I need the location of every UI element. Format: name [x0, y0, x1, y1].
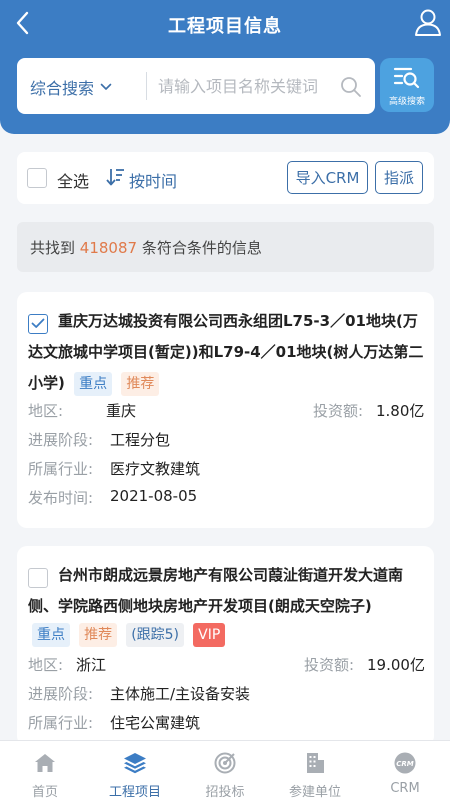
result-suffix: 条符合条件的信息	[141, 239, 262, 257]
nav-item-participants[interactable]: 参建单位	[270, 741, 360, 800]
advanced-search-label: 高级搜索	[388, 97, 425, 107]
tag-recommend: 推荐	[121, 371, 160, 396]
result-summary: 共找到 418087 条符合条件的信息	[17, 222, 434, 272]
region-label: 地区:	[28, 656, 64, 674]
building-icon	[307, 753, 324, 773]
stage-label: 进展阶段:	[28, 685, 94, 703]
project-card[interactable]: 重庆万达城投资有限公司西永组团L75-3／01地块(万达文旅城中学项目(暂定))…	[17, 292, 434, 528]
user-profile-icon[interactable]	[412, 6, 444, 38]
tag-follow-count: (跟踪5)	[126, 623, 185, 647]
region-label: 地区:	[28, 402, 64, 420]
nav-label: 招投标	[205, 785, 245, 800]
nav-item-home[interactable]: 首页	[0, 741, 90, 800]
nav-item-bidding[interactable]: 招投标	[180, 741, 270, 800]
tag-key: 重点	[74, 371, 113, 396]
sort-by-time-button[interactable]: 按时间	[129, 168, 177, 192]
nav-label: CRM	[390, 781, 420, 796]
bottom-nav: 首页 工程项目 招投标 参建单位 CRM CRM	[0, 740, 450, 800]
advanced-search-icon	[393, 67, 420, 89]
tag-vip: VIP	[193, 623, 226, 647]
search-icon[interactable]	[340, 76, 362, 98]
industry-value: 医疗文教建筑	[110, 460, 201, 478]
nav-label: 首页	[31, 785, 58, 800]
region-value: 重庆	[106, 402, 137, 420]
industry-label: 所属行业:	[28, 714, 94, 732]
project-title-block[interactable]: 重庆万达城投资有限公司西永组团L75-3／01地块(万达文旅城中学项目(暂定))…	[28, 306, 428, 399]
chevron-down-icon	[100, 83, 112, 90]
search-type-label: 综合搜索	[30, 79, 95, 98]
search-type-dropdown[interactable]: 综合搜索	[30, 75, 112, 99]
project-title[interactable]: 台州市朗成远景房地产有限公司葭沚街道开发大道南侧、学院路西侧地块房地产开发项目(…	[28, 566, 403, 615]
project-title-block[interactable]: 台州市朗成远景房地产有限公司葭沚街道开发大道南侧、学院路西侧地块房地产开发项目(…	[28, 560, 428, 622]
tag-recommend: 推荐	[79, 623, 118, 647]
nav-label: 参建单位	[288, 785, 341, 800]
stage-label: 进展阶段:	[28, 431, 94, 449]
result-prefix: 共找到	[30, 239, 76, 257]
result-count: 418087	[79, 239, 138, 257]
search-divider	[146, 72, 147, 100]
investment-value: 19.00亿	[367, 656, 425, 674]
import-crm-button[interactable]: 导入CRM	[287, 161, 368, 194]
nav-item-crm[interactable]: CRM CRM	[360, 741, 450, 800]
search-input[interactable]	[158, 72, 348, 100]
industry-value: 住宅公寓建筑	[110, 714, 201, 732]
tag-key: 重点	[32, 623, 70, 647]
project-card[interactable]: 台州市朗成远景房地产有限公司葭沚街道开发大道南侧、学院路西侧地块房地产开发项目(…	[17, 546, 434, 746]
select-all-label[interactable]: 全选	[57, 168, 89, 192]
assign-button[interactable]: 指派	[375, 161, 423, 194]
sort-icon[interactable]	[105, 167, 125, 187]
select-all-checkbox[interactable]	[27, 168, 47, 188]
svg-text:CRM: CRM	[396, 760, 414, 768]
investment-label: 投资额:	[313, 402, 364, 420]
investment-value: 1.80亿	[376, 402, 425, 420]
layers-icon	[124, 753, 146, 774]
nav-item-projects[interactable]: 工程项目	[90, 741, 180, 800]
region-value: 浙江	[76, 656, 107, 674]
advanced-search-button[interactable]: 高级搜索	[380, 58, 434, 112]
publish-date-label: 发布时间:	[28, 489, 94, 507]
industry-label: 所属行业:	[28, 460, 94, 478]
target-icon	[214, 752, 236, 774]
stage-value: 工程分包	[110, 431, 171, 449]
nav-label: 工程项目	[108, 785, 161, 800]
investment-label: 投资额:	[304, 656, 355, 674]
list-toolbar: 全选 按时间 导入CRM 指派	[17, 152, 434, 204]
stage-value: 主体施工/主设备安装	[110, 685, 251, 703]
crm-icon: CRM	[394, 752, 416, 774]
publish-date-value: 2021-08-05	[110, 487, 198, 505]
home-icon	[35, 754, 55, 772]
search-bar: 综合搜索	[17, 58, 375, 114]
tag-row: 重点 推荐 (跟踪5) VIP	[32, 623, 226, 647]
page-title: 工程项目信息	[168, 16, 282, 37]
